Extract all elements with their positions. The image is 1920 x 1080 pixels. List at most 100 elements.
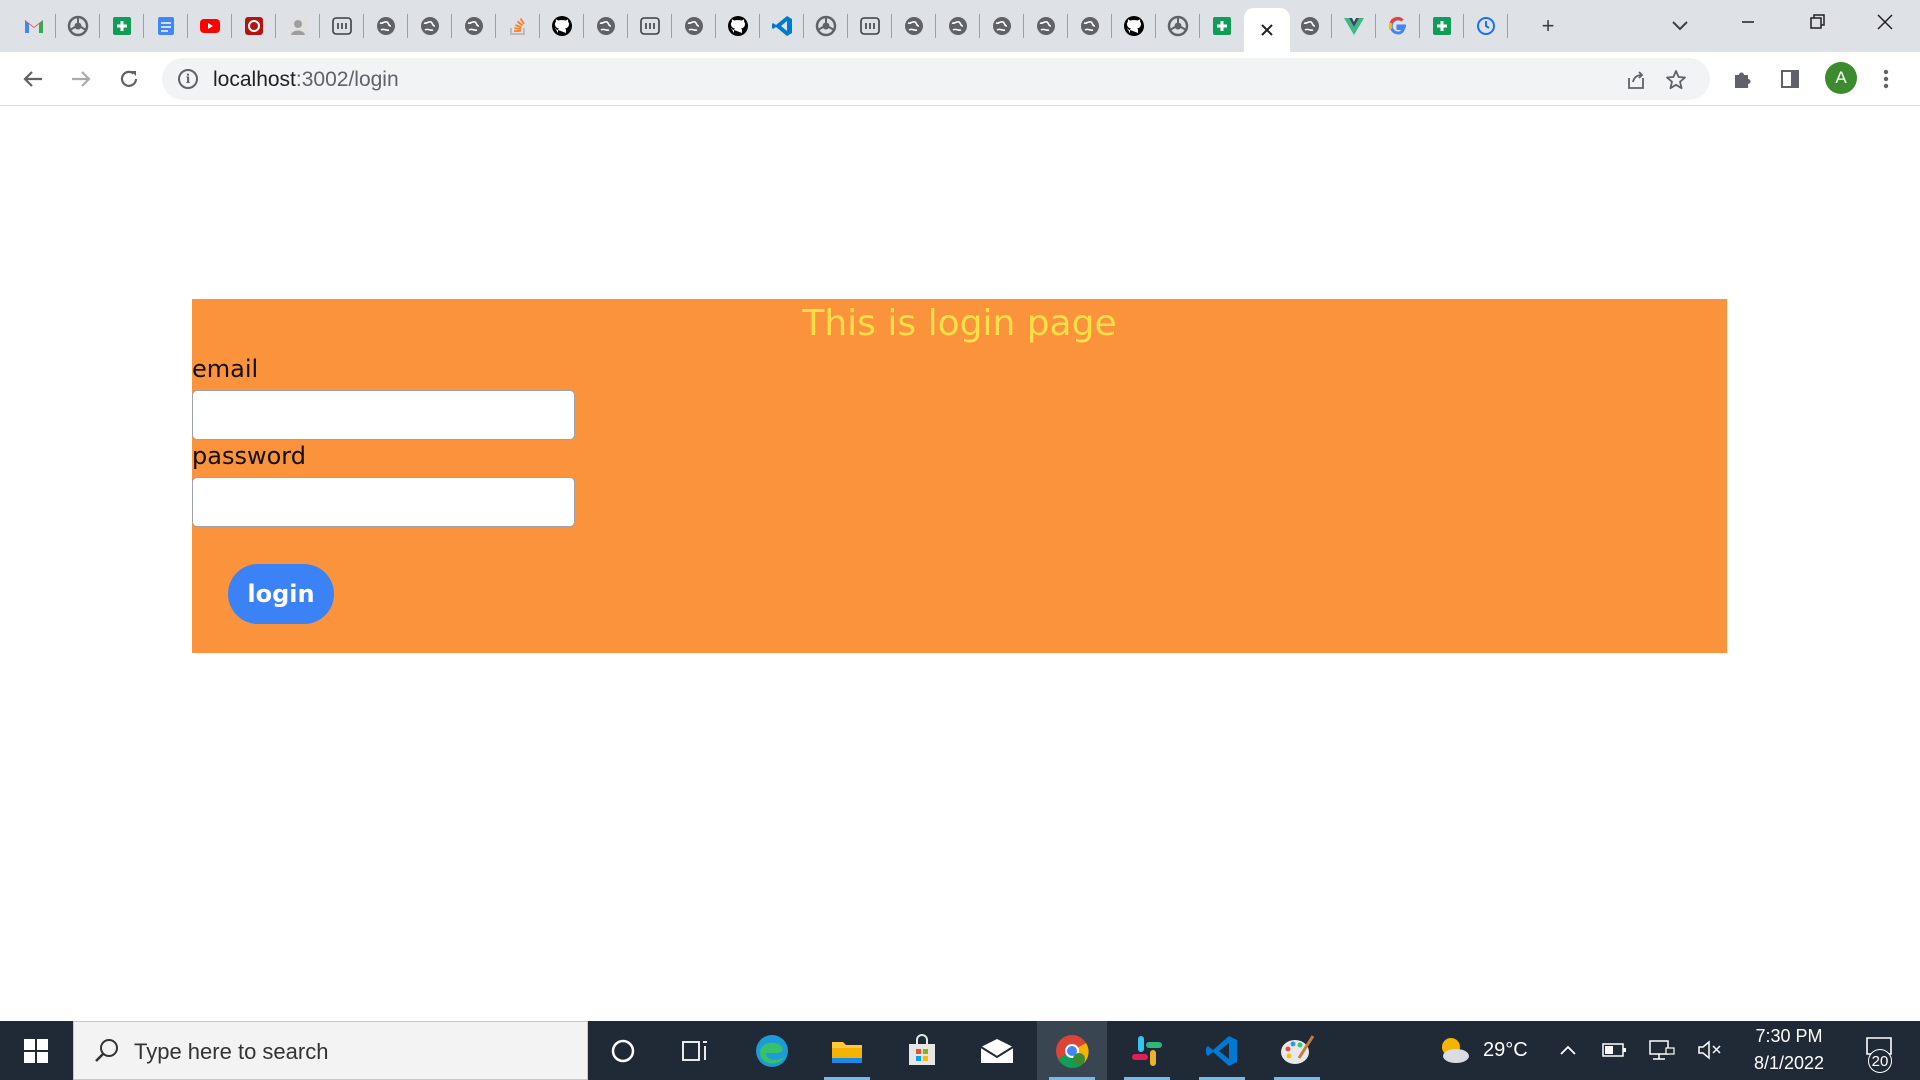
dev-icon [639,15,661,37]
volume-button[interactable] [1695,1035,1725,1065]
browser-tab[interactable] [144,8,188,44]
browser-tab[interactable] [1156,8,1200,44]
password-field[interactable] [192,477,575,527]
browser-tab[interactable] [188,8,232,44]
new-tab-button[interactable]: + [1532,10,1564,42]
browser-tab[interactable] [760,8,804,44]
browser-tab[interactable] [320,8,364,44]
browser-tab[interactable] [1332,8,1376,44]
reload-button[interactable] [110,60,148,98]
network-button[interactable] [1647,1035,1677,1065]
bookmark-button[interactable] [1662,66,1690,94]
browser-tab[interactable] [1288,8,1332,44]
browser-tab[interactable] [672,8,716,44]
battery-button[interactable] [1600,1035,1630,1065]
browser-tab[interactable] [628,8,672,44]
side-panel-button[interactable] [1773,62,1807,96]
browser-tab[interactable] [804,8,848,44]
taskbar-search-box[interactable]: Type here to search [73,1021,588,1080]
browser-tab[interactable] [1068,8,1112,44]
vscode-taskbar-button[interactable] [1187,1021,1257,1080]
globe-icon [463,15,485,37]
forward-button[interactable] [62,60,100,98]
start-button[interactable] [0,1021,72,1080]
globe-icon [375,15,397,37]
paint-taskbar-button[interactable] [1262,1021,1332,1080]
windows-logo-icon [24,1038,48,1063]
login-button[interactable]: login [228,564,334,624]
weather-widget[interactable] [1436,1035,1472,1065]
browser-tab[interactable] [408,8,452,44]
browser-tab[interactable] [1376,8,1420,44]
browser-tab[interactable] [1420,8,1464,44]
reload-icon [120,70,138,87]
browser-tab[interactable] [276,8,320,44]
browser-tab[interactable] [848,8,892,44]
red-app-icon [243,15,265,37]
github-icon [1123,15,1145,37]
back-button[interactable] [14,60,52,98]
close-icon[interactable] [1256,19,1278,41]
minimize-button[interactable] [1713,0,1783,44]
site-info-icon[interactable]: i [178,69,198,89]
browser-tab[interactable] [1200,8,1244,44]
password-label: password [192,442,306,470]
email-label: email [192,355,259,383]
globe-icon [683,15,705,37]
mail-taskbar-button[interactable] [962,1021,1032,1080]
star-icon [1666,70,1686,90]
tab-active[interactable] [1244,8,1290,52]
sheets-icon [1211,15,1233,37]
profile-photo-icon [287,15,309,37]
browser-tab[interactable] [936,8,980,44]
show-hidden-icons-button[interactable] [1553,1035,1583,1065]
browser-tab[interactable] [1024,8,1068,44]
browser-tab[interactable] [12,8,56,44]
sheets-icon [1431,15,1453,37]
browser-tab[interactable] [232,8,276,44]
slack-taskbar-button[interactable] [1112,1021,1182,1080]
browser-tab[interactable] [584,8,628,44]
browser-tab-strip: + [0,0,1920,52]
file-explorer-taskbar-button[interactable] [812,1021,882,1080]
browser-tab[interactable] [980,8,1024,44]
restore-button[interactable] [1783,0,1853,44]
email-field[interactable] [192,390,575,440]
browser-tab[interactable] [496,8,540,44]
github-icon [727,15,749,37]
cortana-button[interactable] [588,1021,658,1080]
clock-time[interactable]: 7:30 PM [1754,1026,1824,1047]
chromium-icon [67,15,89,37]
chrome-menu-button[interactable] [1869,62,1903,96]
share-icon [1628,71,1644,89]
task-view-button[interactable] [660,1021,730,1080]
browser-tab[interactable] [716,8,760,44]
address-url[interactable]: localhost:3002/login [213,68,399,92]
profile-avatar[interactable]: A [1825,62,1857,94]
share-button[interactable] [1622,66,1650,94]
browser-tab[interactable] [1112,8,1156,44]
extensions-button[interactable] [1725,62,1759,96]
browser-tab[interactable] [452,8,496,44]
browser-tab[interactable] [540,8,584,44]
store-taskbar-button[interactable] [887,1021,957,1080]
weather-temperature[interactable]: 29°C [1483,1039,1528,1062]
task-view-icon [682,1040,707,1061]
browser-tab[interactable] [892,8,936,44]
tab-search-button[interactable] [1664,10,1696,42]
vscode-icon [771,15,793,37]
github-icon [551,15,573,37]
mail-icon [980,1038,1014,1063]
close-window-button[interactable] [1850,0,1920,44]
google-icon [1387,15,1409,37]
clock-date[interactable]: 8/1/2022 [1748,1053,1830,1074]
globe-icon [1035,15,1057,37]
browser-tab[interactable] [56,8,100,44]
browser-tab[interactable] [100,8,144,44]
edge-taskbar-button[interactable] [737,1021,807,1080]
stackoverflow-icon [507,15,529,37]
chrome-taskbar-button[interactable] [1037,1021,1107,1080]
browser-tab[interactable] [1464,8,1508,44]
browser-tab[interactable] [364,8,408,44]
address-bar[interactable]: i localhost:3002/login [162,58,1710,100]
